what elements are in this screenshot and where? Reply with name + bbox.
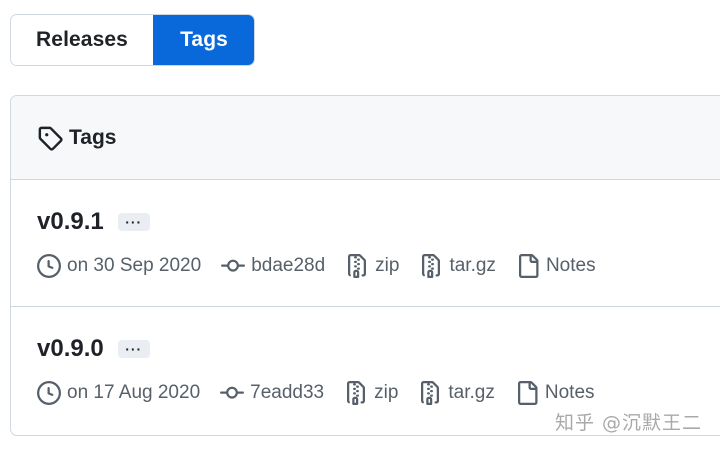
tag-date: on 17 Aug 2020 [37, 381, 200, 405]
file-zip-icon [344, 381, 368, 405]
commit-hash: bdae28d [251, 255, 326, 276]
more-options-button[interactable]: ··· [117, 340, 150, 358]
notes-link[interactable]: Notes [516, 254, 596, 278]
targz-download-link[interactable]: tar.gz [418, 381, 495, 405]
releases-tags-toggle: Releases Tags [10, 14, 255, 66]
zip-download-link[interactable]: zip [345, 254, 399, 278]
more-options-button[interactable]: ··· [117, 213, 150, 231]
targz-label: tar.gz [449, 255, 496, 276]
watermark: 知乎 @沉默王二 [554, 412, 702, 434]
tags-page: Releases Tags Tags v0.9.1 ··· on 30 Sep … [0, 0, 720, 451]
tags-card-header: Tags [11, 96, 720, 180]
tags-tab[interactable]: Tags [153, 15, 254, 65]
tag-date: on 30 Sep 2020 [37, 254, 201, 278]
file-zip-icon [419, 254, 443, 278]
zip-download-link[interactable]: zip [344, 381, 398, 405]
clock-icon [37, 254, 61, 278]
tag-version-link[interactable]: v0.9.1 [37, 208, 104, 236]
notes-label: Notes [544, 382, 595, 403]
tag-date-text: on 17 Aug 2020 [67, 382, 201, 403]
git-commit-icon [220, 381, 245, 405]
file-icon [515, 381, 539, 405]
notes-label: Notes [545, 255, 596, 276]
file-zip-icon [418, 381, 442, 405]
tag-icon [37, 125, 63, 151]
notes-link[interactable]: Notes [515, 381, 595, 405]
targz-download-link[interactable]: tar.gz [419, 254, 496, 278]
tag-date-text: on 30 Sep 2020 [67, 255, 202, 276]
tag-meta: on 30 Sep 2020 bdae28d zip tar.gz Notes [37, 254, 616, 278]
commit-link[interactable]: 7eadd33 [220, 381, 324, 405]
releases-tab[interactable]: Releases [11, 15, 153, 65]
targz-label: tar.gz [448, 382, 495, 403]
card-title: Tags [69, 125, 117, 149]
zip-label: zip [375, 255, 400, 276]
zip-label: zip [374, 382, 399, 403]
file-icon [516, 254, 540, 278]
clock-icon [37, 381, 61, 405]
tag-row: v0.9.1 ··· on 30 Sep 2020 bdae28d zip ta… [11, 180, 720, 307]
tag-version-link[interactable]: v0.9.0 [37, 335, 104, 363]
tags-card: Tags v0.9.1 ··· on 30 Sep 2020 bdae28d z… [10, 95, 720, 436]
tag-version-line: v0.9.1 ··· [37, 208, 150, 236]
commit-link[interactable]: bdae28d [221, 254, 325, 278]
git-commit-icon [221, 254, 246, 278]
commit-hash: 7eadd33 [250, 382, 325, 403]
tag-version-line: v0.9.0 ··· [37, 335, 150, 363]
file-zip-icon [345, 254, 369, 278]
tag-meta: on 17 Aug 2020 7eadd33 zip tar.gz Notes [37, 381, 615, 405]
